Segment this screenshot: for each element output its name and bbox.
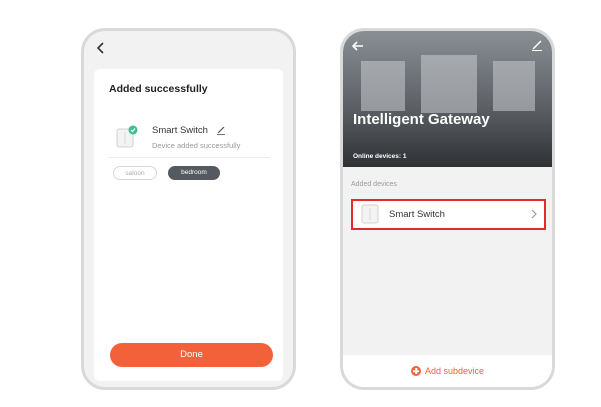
edit-icon[interactable] xyxy=(531,39,543,51)
phone-right: Intelligent Gateway Online devices: 1 Ad… xyxy=(340,28,555,390)
online-devices-count: Online devices: 1 xyxy=(353,153,407,160)
bottom-bar: Add subdevice xyxy=(343,355,552,387)
hero-window xyxy=(421,55,477,113)
divider xyxy=(108,157,270,158)
hero-window xyxy=(361,61,405,111)
device-switch-icon xyxy=(361,204,379,224)
plus-circle-icon xyxy=(411,366,421,376)
add-subdevice-button[interactable]: Add subdevice xyxy=(411,366,484,376)
gateway-title: Intelligent Gateway xyxy=(353,111,490,128)
hero-window xyxy=(493,61,535,111)
edit-icon[interactable] xyxy=(216,125,226,135)
back-arrow-icon[interactable] xyxy=(351,39,365,53)
added-card: Added successfully Smart Switch Device a… xyxy=(94,69,283,381)
phone-left: Added successfully Smart Switch Device a… xyxy=(81,28,296,390)
chevron-right-icon xyxy=(531,209,537,219)
device-row-label: Smart Switch xyxy=(389,209,445,220)
room-chip-bedroom[interactable]: bedroom xyxy=(168,166,220,180)
section-label: Added devices xyxy=(351,181,397,188)
back-arrow-icon[interactable] xyxy=(94,41,108,55)
device-row-smart-switch[interactable]: Smart Switch xyxy=(351,199,546,230)
device-status: Device added successfully xyxy=(152,141,241,150)
hero-image: Intelligent Gateway Online devices: 1 xyxy=(343,31,552,167)
device-name: Smart Switch xyxy=(152,125,208,136)
room-chip-saloon[interactable]: saloon xyxy=(113,166,157,180)
device-switch-icon xyxy=(116,125,138,148)
done-button[interactable]: Done xyxy=(110,343,273,367)
add-subdevice-label: Add subdevice xyxy=(425,366,485,376)
card-title: Added successfully xyxy=(109,83,208,95)
